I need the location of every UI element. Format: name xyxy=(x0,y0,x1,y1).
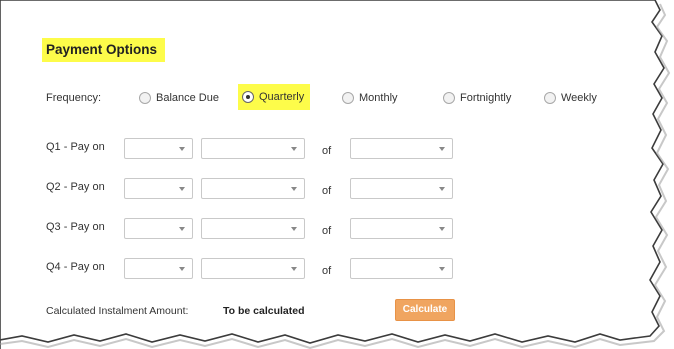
q1-month-select[interactable] xyxy=(201,138,305,159)
q4-month-select[interactable] xyxy=(201,258,305,279)
chevron-down-icon xyxy=(179,147,185,151)
section-title: Payment Options xyxy=(42,38,166,62)
radio-button-selected-icon[interactable] xyxy=(242,91,254,103)
chevron-down-icon xyxy=(291,227,297,231)
payment-options-panel: Payment Options Frequency: Balance Due Q… xyxy=(0,0,674,349)
radio-label: Quarterly xyxy=(259,91,305,103)
chevron-down-icon xyxy=(291,147,297,151)
radio-button-icon[interactable] xyxy=(443,92,455,104)
radio-label: Weekly xyxy=(561,92,597,104)
chevron-down-icon xyxy=(439,227,445,231)
radio-label: Monthly xyxy=(359,92,398,104)
q3-of-label: of xyxy=(322,225,332,237)
q4-year-select[interactable] xyxy=(350,258,453,279)
radio-fortnightly[interactable]: Fortnightly xyxy=(443,88,511,108)
q3-year-select[interactable] xyxy=(350,218,453,239)
chevron-down-icon xyxy=(179,227,185,231)
q4-pay-on-label: Q4 - Pay on xyxy=(46,261,105,273)
chevron-down-icon xyxy=(179,267,185,271)
chevron-down-icon xyxy=(439,147,445,151)
radio-weekly[interactable]: Weekly xyxy=(544,88,597,108)
q2-year-select[interactable] xyxy=(350,178,453,199)
chevron-down-icon xyxy=(439,267,445,271)
instalment-amount-label: Calculated Instalment Amount: xyxy=(46,305,189,317)
radio-monthly[interactable]: Monthly xyxy=(342,88,398,108)
chevron-down-icon xyxy=(439,187,445,191)
frequency-label: Frequency: xyxy=(46,92,102,104)
chevron-down-icon xyxy=(179,187,185,191)
radio-button-icon[interactable] xyxy=(139,92,151,104)
radio-button-icon[interactable] xyxy=(544,92,556,104)
q4-day-select[interactable] xyxy=(124,258,193,279)
q1-pay-on-label: Q1 - Pay on xyxy=(46,141,105,153)
radio-quarterly[interactable]: Quarterly xyxy=(238,84,311,110)
q1-of-label: of xyxy=(322,145,332,157)
q1-year-select[interactable] xyxy=(350,138,453,159)
q1-day-select[interactable] xyxy=(124,138,193,159)
q4-of-label: of xyxy=(322,265,332,277)
q2-pay-on-label: Q2 - Pay on xyxy=(46,181,105,193)
radio-button-icon[interactable] xyxy=(342,92,354,104)
q2-of-label: of xyxy=(322,185,332,197)
q3-pay-on-label: Q3 - Pay on xyxy=(46,221,105,233)
q3-month-select[interactable] xyxy=(201,218,305,239)
q2-day-select[interactable] xyxy=(124,178,193,199)
radio-label: Fortnightly xyxy=(460,92,512,104)
chevron-down-icon xyxy=(291,267,297,271)
radio-label: Balance Due xyxy=(156,92,219,104)
calculate-button[interactable]: Calculate xyxy=(395,299,455,321)
radio-balance-due[interactable]: Balance Due xyxy=(139,88,219,108)
q3-day-select[interactable] xyxy=(124,218,193,239)
instalment-amount-value: To be calculated xyxy=(223,305,305,317)
chevron-down-icon xyxy=(291,187,297,191)
q2-month-select[interactable] xyxy=(201,178,305,199)
